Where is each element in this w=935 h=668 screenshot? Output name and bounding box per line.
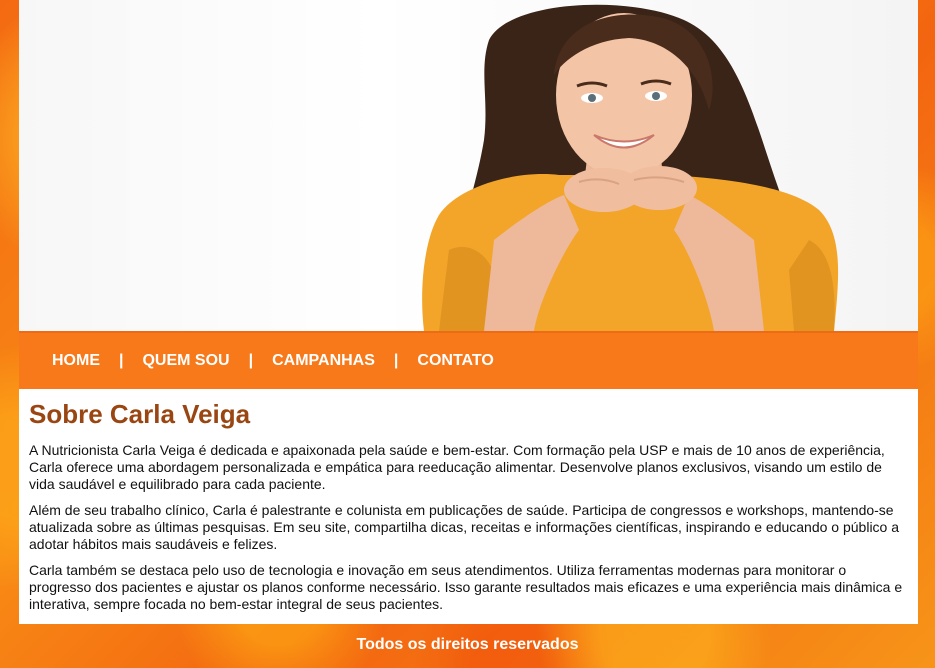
nav-home[interactable]: HOME (52, 352, 100, 370)
nav-separator: | (393, 352, 399, 369)
about-paragraph: Além de seu trabalho clínico, Carla é pa… (29, 502, 900, 552)
about-section: Sobre Carla Veiga A Nutricionista Carla … (19, 389, 918, 624)
about-paragraph: A Nutricionista Carla Veiga é dedicada e… (29, 442, 885, 492)
nav-campanhas[interactable]: CAMPANHAS (272, 352, 375, 370)
footer-text: Todos os direitos reservados (356, 636, 579, 653)
hero-photo (422, 4, 839, 331)
nav-separator: | (248, 352, 254, 369)
nav-separator: | (119, 352, 124, 369)
nav-contato[interactable]: CONTATO (417, 352, 493, 370)
about-paragraph: Carla também se destaca pelo uso de tecn… (29, 562, 903, 612)
nav-quem-sou[interactable]: QUEM SOU (142, 352, 229, 370)
page-title: Sobre Carla Veiga (29, 399, 251, 429)
hero-banner (19, 0, 918, 331)
page-container: HOME | QUEM SOU | CAMPANHAS | CONTATO So… (19, 0, 918, 624)
main-nav: HOME | QUEM SOU | CAMPANHAS | CONTATO (19, 331, 918, 389)
